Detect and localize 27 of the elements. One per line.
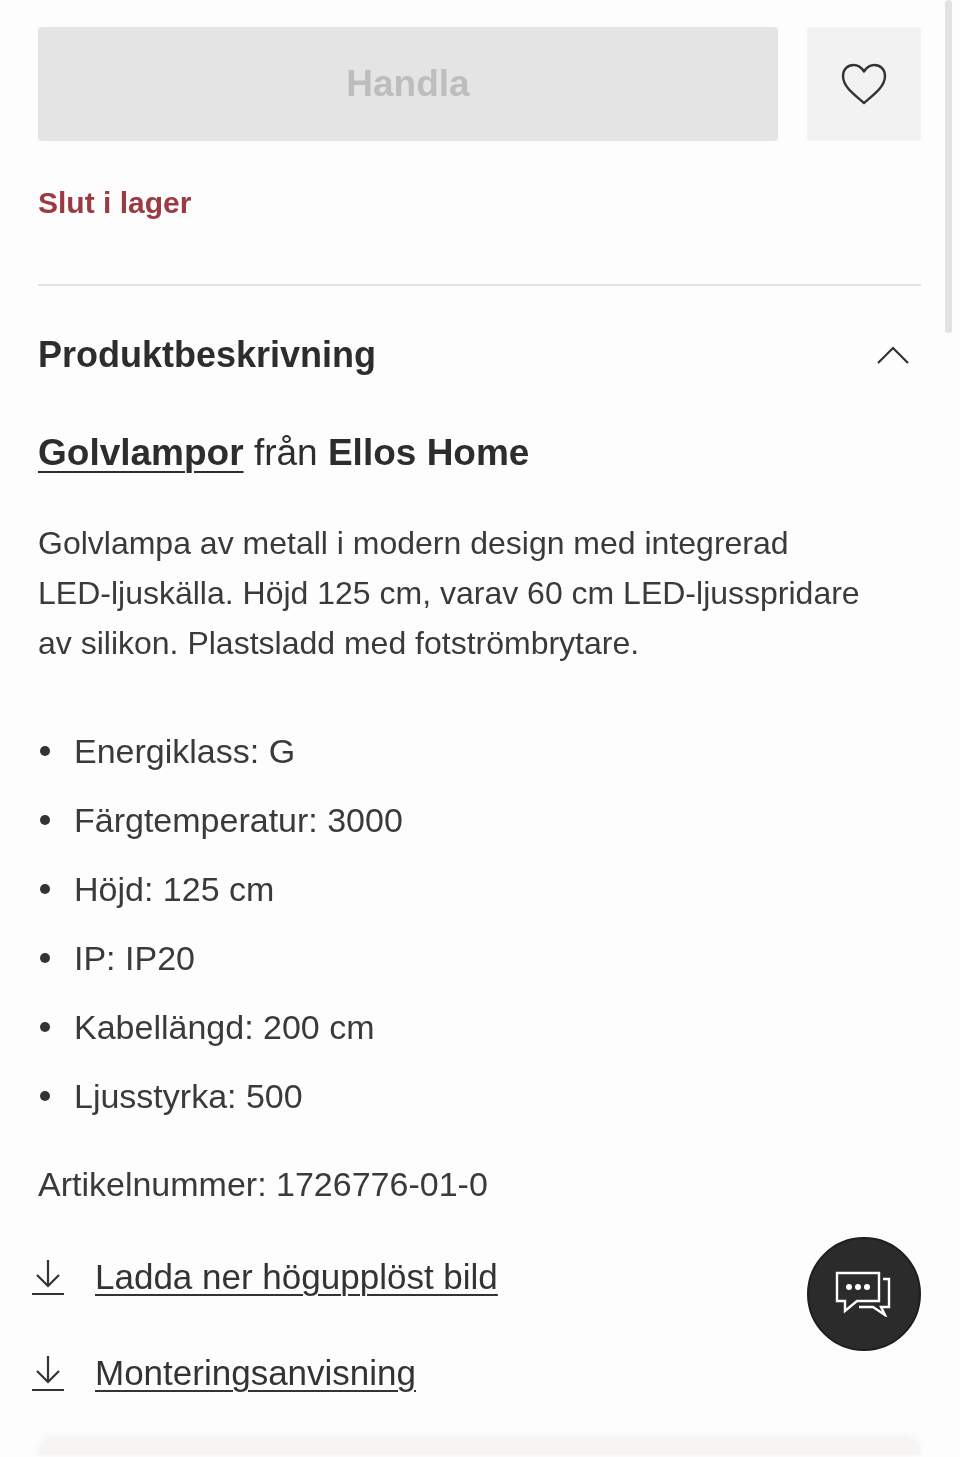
bullet-icon: [40, 952, 50, 963]
product-origin-heading: Golvlampor från Ellos Home: [38, 431, 531, 475]
chevron-icon: [877, 346, 909, 364]
bullet-icon: [40, 814, 50, 825]
section-title: Produktbeskrivning: [38, 333, 377, 377]
category-link[interactable]: Golvlampor: [38, 432, 244, 473]
stock-status: Slut i lager: [38, 185, 193, 221]
bullet-icon: [40, 745, 50, 756]
chat-icon: [835, 1271, 893, 1317]
article-number: Artikelnummer: 1726776-01-0: [38, 1164, 489, 1205]
bullet-icon: [40, 1090, 50, 1101]
section-header[interactable]: Produktbeskrivning: [38, 333, 921, 377]
spec-item: IP: IP20: [74, 937, 195, 979]
download-icon: [32, 1259, 64, 1295]
spec-item: Ljusstyrka: 500: [74, 1075, 303, 1117]
spec-item: Kabellängd: 200 cm: [74, 1006, 375, 1048]
spec-item: Färgtemperatur: 3000: [74, 799, 403, 841]
scrollbar-thumb[interactable]: [945, 0, 952, 333]
bullet-icon: [40, 1021, 50, 1032]
product-description: Golvlampa av metall i modern design med integrerad LED-ljuskälla. Höjd 125 cm, varav 60 cm LED-ljusspridare av silikon. Plastsladd med fotströmbrytare.: [38, 524, 861, 663]
download-icon: [32, 1355, 64, 1391]
wishlist-button[interactable]: [807, 27, 921, 141]
bullet-icon: [40, 883, 50, 894]
download-link[interactable]: Ladda ner högupplöst bild: [95, 1255, 498, 1299]
spec-item: Höjd: 125 cm: [74, 868, 275, 910]
download-link[interactable]: Monteringsanvisning: [95, 1351, 416, 1395]
spec-item: Energiklass: G: [74, 730, 296, 772]
